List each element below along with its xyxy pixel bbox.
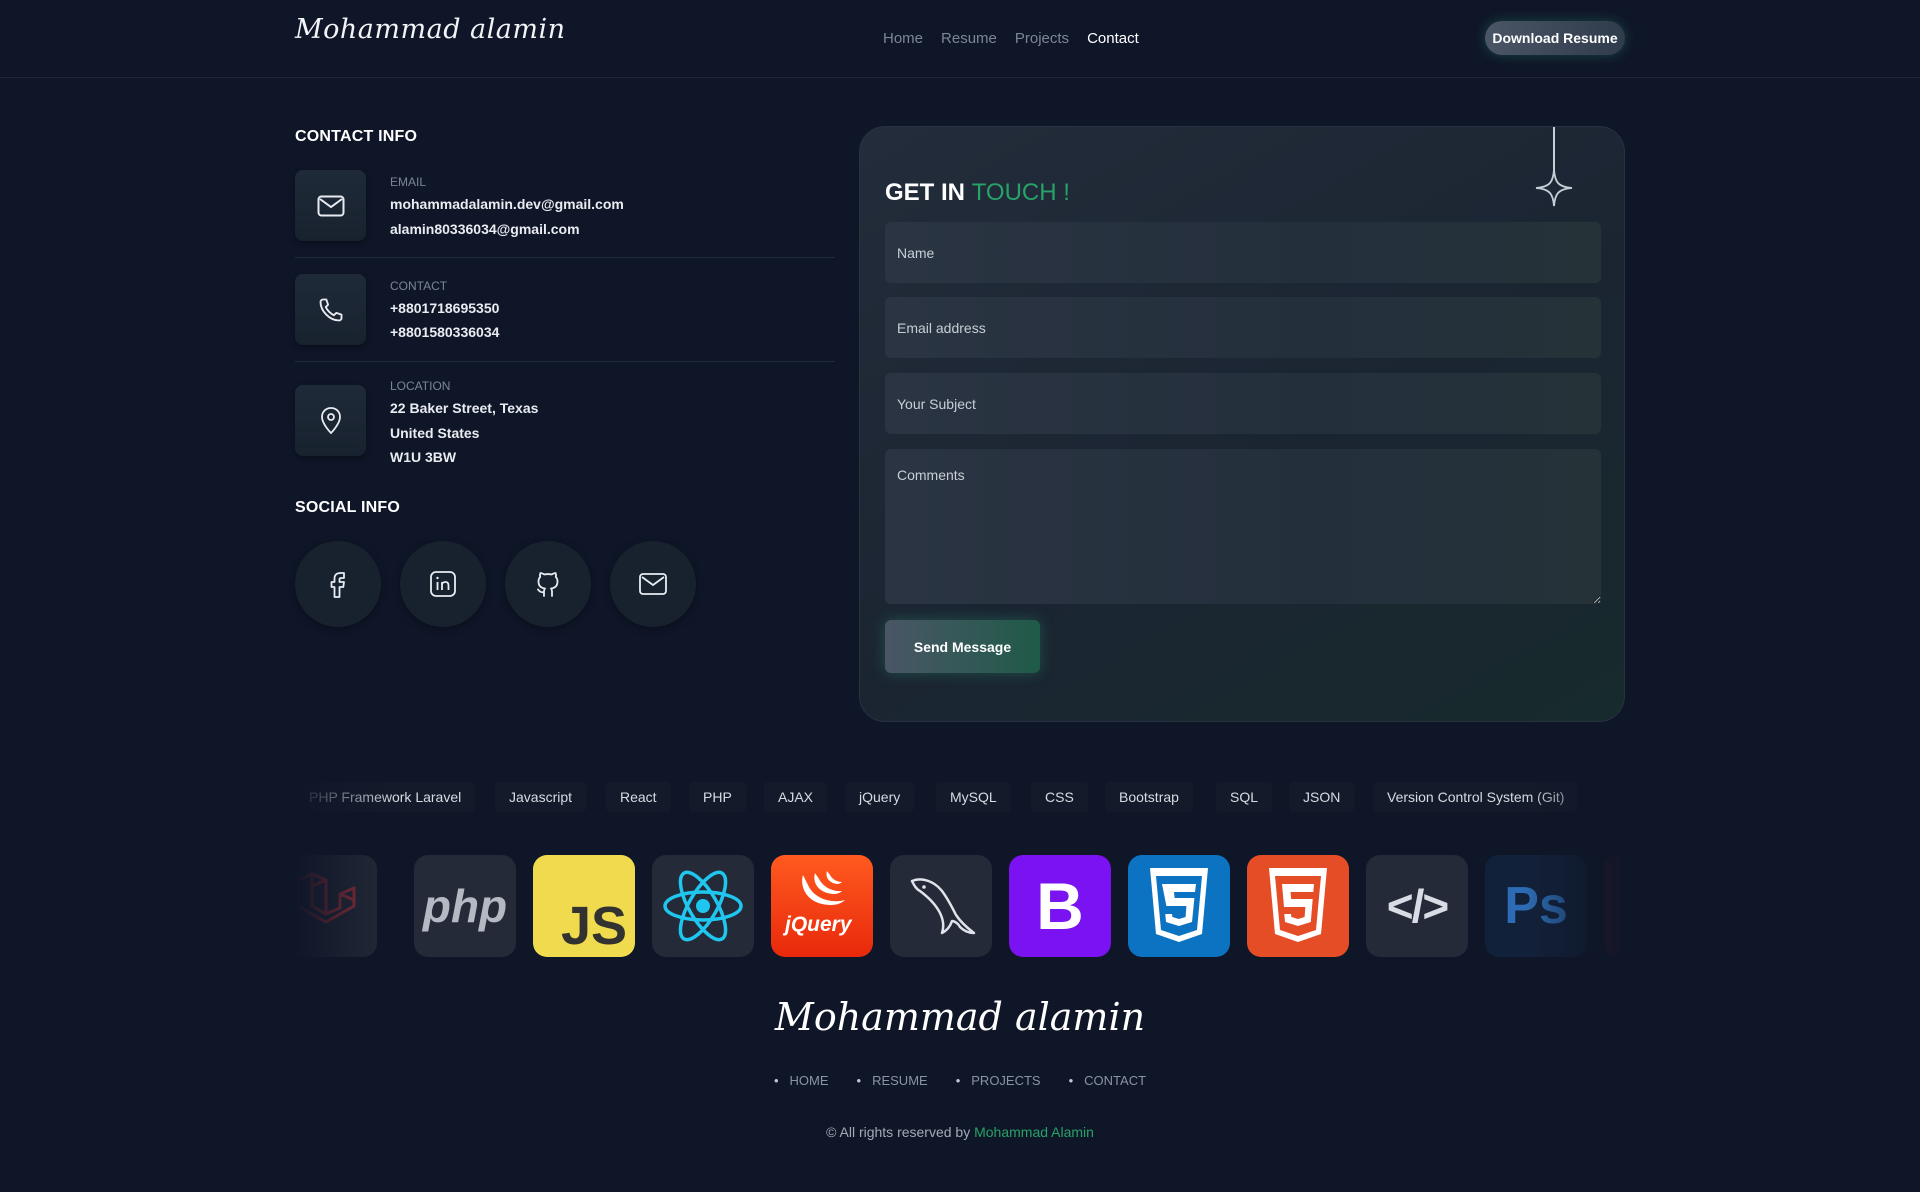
social-links <box>295 541 696 627</box>
skill-tag: React <box>606 782 671 812</box>
location-line-1: 22 Baker Street, Texas <box>390 400 539 416</box>
sparkle-icon <box>1535 169 1573 207</box>
linkedin-link[interactable] <box>400 541 486 627</box>
copyright-name[interactable]: Mohammad Alamin <box>974 1124 1094 1140</box>
name-field[interactable] <box>885 222 1601 283</box>
footer-nav: HOME RESUME PROJECTS CONTACT <box>0 1073 1920 1088</box>
skill-tag: MySQL <box>936 782 1011 812</box>
nav-home[interactable]: Home <box>883 30 923 47</box>
location-info: LOCATION 22 Baker Street, Texas United S… <box>295 376 835 476</box>
skill-tag: Version Control System (Git) <box>1373 782 1579 812</box>
skill-tag: jQuery <box>845 782 915 812</box>
subject-field[interactable] <box>885 373 1601 434</box>
skill-tag: JSON <box>1289 782 1355 812</box>
copyright: © All rights reserved by Mohammad Alamin <box>0 1124 1920 1140</box>
laravel-icon <box>295 855 377 957</box>
skill-tag: PHP <box>689 782 746 812</box>
mail-icon <box>639 573 667 595</box>
email-info: EMAIL mohammadalamin.dev@gmail.com alami… <box>295 170 835 258</box>
send-message-button[interactable]: Send Message <box>885 620 1040 673</box>
bootstrap-icon: B <box>1009 855 1111 957</box>
site-header: Mohammad alamin Home Resume Projects Con… <box>0 0 1920 78</box>
footer-nav-contact[interactable]: CONTACT <box>1069 1073 1146 1088</box>
skill-tag: Bootstrap <box>1105 782 1193 812</box>
nav-projects[interactable]: Projects <box>1015 30 1069 47</box>
phone-secondary[interactable]: +8801580336034 <box>390 324 499 340</box>
email-field[interactable] <box>885 297 1601 358</box>
mysql-icon <box>890 855 992 957</box>
nav-resume[interactable]: Resume <box>941 30 997 47</box>
form-title: GET IN TOUCH ! <box>885 179 1070 207</box>
nav-contact[interactable]: Contact <box>1087 30 1139 47</box>
css3-icon <box>1128 855 1230 957</box>
contact-info-title: CONTACT INFO <box>295 128 418 145</box>
linkedin-icon <box>430 571 456 597</box>
skill-tag: SQL <box>1216 782 1273 812</box>
skills-marquee: PHP Framework Laravel Javascript React P… <box>295 782 1625 812</box>
jquery-icon: jQuery <box>771 855 873 957</box>
location-pin-icon <box>295 385 366 456</box>
tech-icons-marquee: php JS jQuery B </> Ps <box>295 855 1625 959</box>
social-info-title: SOCIAL INFO <box>295 499 401 516</box>
envelope-icon <box>295 170 366 241</box>
footer-nav-home[interactable]: HOME <box>774 1073 829 1088</box>
skill-tag: CSS <box>1031 782 1088 812</box>
phone-label: CONTACT <box>390 279 448 293</box>
email-secondary[interactable]: alamin80336034@gmail.com <box>390 221 580 237</box>
facebook-icon <box>330 572 345 598</box>
phone-primary[interactable]: +8801718695350 <box>390 300 499 316</box>
skill-tag: AJAX <box>764 782 828 812</box>
location-line-2: United States <box>390 425 480 441</box>
footer-nav-projects[interactable]: PROJECTS <box>956 1073 1040 1088</box>
main-nav: Home Resume Projects Contact <box>883 30 1139 47</box>
email-label: EMAIL <box>390 175 427 189</box>
javascript-icon: JS <box>533 855 635 957</box>
download-resume-button[interactable]: Download Resume <box>1485 21 1625 55</box>
php-icon: php <box>414 855 516 957</box>
location-label: LOCATION <box>390 379 451 393</box>
footer-nav-resume[interactable]: RESUME <box>857 1073 928 1088</box>
html5-icon <box>1247 855 1349 957</box>
contact-form-card: GET IN TOUCH ! Send Message <box>859 126 1625 722</box>
react-icon <box>652 855 754 957</box>
form-title-accent: TOUCH ! <box>971 179 1070 206</box>
copyright-text: © All rights reserved by <box>826 1124 971 1140</box>
site-logo[interactable]: Mohammad alamin <box>295 14 566 45</box>
mail-link[interactable] <box>610 541 696 627</box>
tech-icon-partial <box>1604 855 1625 957</box>
github-icon <box>537 572 559 597</box>
location-line-3: W1U 3BW <box>390 449 457 465</box>
phone-info: CONTACT +8801718695350 +8801580336034 <box>295 274 835 362</box>
form-title-main: GET IN <box>885 179 966 206</box>
email-primary[interactable]: mohammadalamin.dev@gmail.com <box>390 196 624 212</box>
comments-field[interactable] <box>885 449 1601 604</box>
phone-icon <box>295 274 366 345</box>
footer-logo[interactable]: Mohammad alamin <box>0 995 1920 1039</box>
photoshop-icon: Ps <box>1485 855 1587 957</box>
code-icon: </> <box>1366 855 1468 957</box>
skill-tag: Javascript <box>495 782 587 812</box>
skill-tag: PHP Framework Laravel <box>295 782 476 812</box>
github-link[interactable] <box>505 541 591 627</box>
facebook-link[interactable] <box>295 541 381 627</box>
